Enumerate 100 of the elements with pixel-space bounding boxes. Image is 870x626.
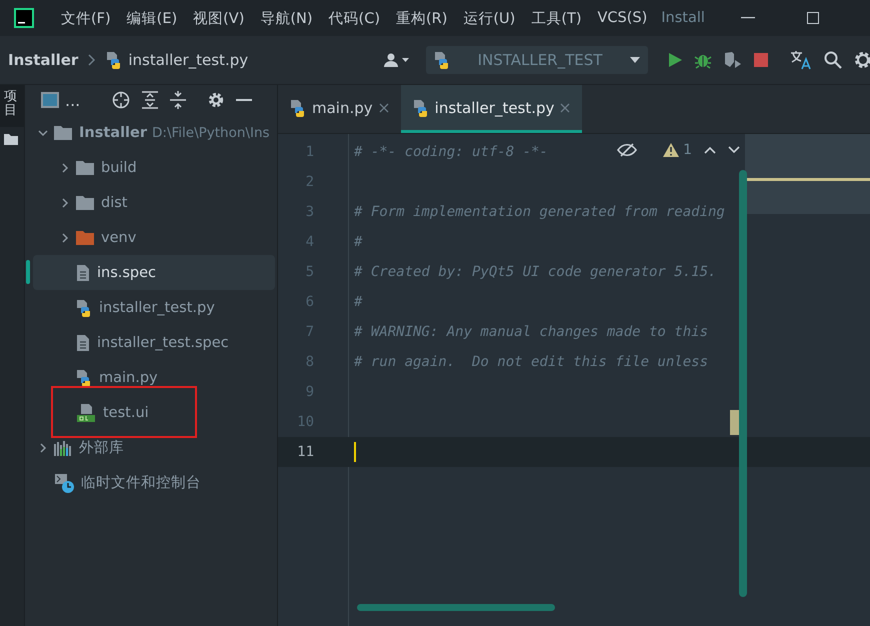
close-icon[interactable]: [378, 102, 389, 112]
tree-item[interactable]: 外部库: [33, 430, 275, 465]
tree-item[interactable]: Installer D:\File\Python\Ins: [33, 115, 275, 150]
tree-item[interactable]: dist: [33, 185, 275, 220]
text-file-icon: [76, 334, 90, 352]
user-icon[interactable]: [384, 53, 410, 67]
tree-item-label: venv: [101, 230, 136, 246]
python-file-icon: [412, 98, 429, 116]
run-icon[interactable]: [668, 53, 682, 67]
folder-icon: [76, 195, 94, 210]
excluded-folder-icon: [76, 230, 94, 245]
warning-icon[interactable]: [663, 143, 680, 157]
menu-item[interactable]: 导航(N): [252, 8, 321, 28]
coverage-icon[interactable]: [724, 51, 742, 69]
line-number: 8: [304, 354, 314, 370]
chevron-right-icon[interactable]: [60, 232, 70, 242]
minimize-icon[interactable]: [740, 17, 755, 19]
line-number: 1: [304, 144, 314, 160]
locate-icon[interactable]: [112, 91, 130, 109]
chevron-right-icon[interactable]: [60, 162, 70, 172]
tree-item-label: Installer: [79, 124, 147, 140]
tree-item-label: ins.spec: [97, 264, 156, 280]
tree-item[interactable]: installer_test.spec: [33, 325, 275, 360]
text-file-icon: [76, 264, 90, 282]
menu-item[interactable]: 工具(T): [523, 8, 590, 28]
code-comment: # -*- coding: utf-8 -*-: [354, 144, 548, 160]
tree-item[interactable]: 临时文件和控制台: [33, 465, 275, 500]
qt-file-icon: [76, 402, 96, 422]
editor-tab[interactable]: main.py: [278, 85, 401, 133]
tree-item[interactable]: test.ui: [33, 395, 275, 430]
caret-icon: [630, 57, 640, 63]
python-file-icon: [76, 298, 92, 316]
tree-item-path: D:\File\Python\Ins: [152, 124, 270, 140]
close-icon[interactable]: [560, 102, 570, 112]
line-number: 7: [304, 324, 314, 340]
project-tool-tab[interactable]: 项目: [0, 85, 24, 127]
python-file-icon: [76, 368, 92, 386]
tree-item[interactable]: venv: [33, 220, 275, 255]
code-comment: # run again. Do not edit this file unless: [354, 354, 708, 370]
settings-icon[interactable]: [854, 51, 870, 69]
horizontal-scrollbar[interactable]: [357, 604, 555, 611]
breadcrumb[interactable]: Installer: [8, 51, 78, 69]
menu-item[interactable]: 文件(F): [53, 8, 119, 28]
line-number: 10: [296, 414, 314, 430]
line-number: 4: [304, 234, 314, 250]
minimap[interactable]: [745, 134, 870, 214]
menu-item[interactable]: VCS(S): [590, 10, 656, 26]
code-comment: # WARNING: Any manual changes made to this: [354, 324, 708, 340]
tree-item[interactable]: installer_test.py: [33, 290, 275, 325]
menu-item[interactable]: 重构(R): [388, 8, 456, 28]
code-comment: # Form implementation generated from reading: [354, 204, 725, 220]
warning-count[interactable]: 1: [683, 142, 692, 158]
menu-item[interactable]: 编辑(E): [118, 8, 186, 28]
code-comment: #: [354, 234, 362, 250]
tree-item[interactable]: build: [33, 150, 275, 185]
hidden-eye-icon[interactable]: [617, 143, 638, 157]
tree-item-label: test.ui: [103, 404, 149, 420]
maximize-icon[interactable]: [806, 12, 819, 24]
tree-item-label: build: [101, 160, 137, 176]
vertical-scrollbar[interactable]: [739, 170, 747, 597]
folder-icon[interactable]: [4, 132, 18, 145]
chevron-right-icon[interactable]: [38, 442, 48, 452]
line-number: 9: [304, 384, 314, 400]
code-comment: #: [354, 294, 362, 310]
tree-item[interactable]: main.py: [33, 360, 275, 395]
library-icon: [54, 440, 72, 456]
search-icon[interactable]: [824, 51, 842, 69]
chevron-down-icon[interactable]: [728, 146, 740, 154]
menu-item[interactable]: 代码(C): [320, 8, 388, 28]
expand-all-icon[interactable]: [142, 91, 158, 109]
line-number: 6: [304, 294, 314, 310]
line-number: 3: [304, 204, 314, 220]
minimize-icon[interactable]: [236, 98, 252, 102]
tree-item-label: dist: [101, 194, 128, 210]
breadcrumb[interactable]: installer_test.py: [128, 51, 248, 69]
chevron-down-icon[interactable]: [38, 128, 48, 138]
chevron-right-icon[interactable]: [60, 198, 70, 208]
settings-icon[interactable]: [208, 92, 224, 108]
python-file-icon: [290, 98, 306, 116]
panel-title[interactable]: ...: [65, 90, 80, 110]
menu-item[interactable]: 运行(U): [455, 8, 524, 28]
python-file-icon: [106, 51, 122, 69]
tree-item-label: 外部库: [79, 438, 124, 457]
menu-item[interactable]: 视图(V): [185, 8, 252, 28]
chevron-right-icon: [88, 54, 96, 66]
tree-item-label: installer_test.py: [99, 300, 215, 316]
translate-icon[interactable]: [790, 50, 812, 70]
scratch-console-icon: [54, 472, 74, 492]
app-logo-icon: [14, 8, 34, 28]
tree-item-label: main.py: [99, 370, 158, 386]
project-title: Install: [661, 10, 705, 26]
editor-tab[interactable]: installer_test.py: [400, 85, 582, 133]
line-number: 11: [296, 444, 314, 460]
selection-marker: [26, 260, 30, 284]
tree-item-label: 临时文件和控制台: [81, 474, 201, 492]
folder-icon: [54, 125, 72, 140]
python-icon: [434, 51, 450, 69]
code-comment: # Created by: PyQt5 UI code generator 5.15.: [354, 264, 716, 280]
collapse-all-icon[interactable]: [170, 91, 186, 109]
chevron-up-icon[interactable]: [704, 146, 716, 154]
